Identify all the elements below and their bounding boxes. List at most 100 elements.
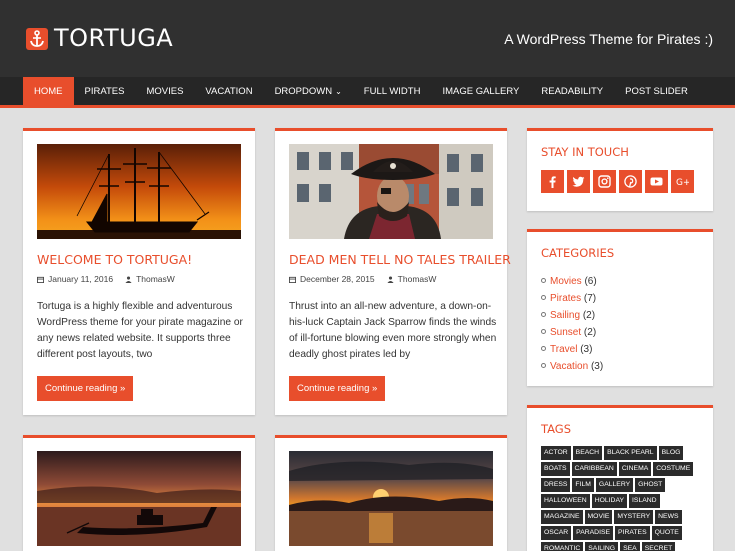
post-thumbnail-ship[interactable]	[37, 144, 241, 239]
main-navigation: HOME PIRATES MOVIES VACATION DROPDOWN ⌄ F…	[0, 77, 735, 108]
category-link[interactable]: Sailing	[550, 310, 580, 321]
tag-link[interactable]: HOLIDAY	[591, 494, 628, 508]
post-excerpt: Thrust into an all-new adventure, a down…	[289, 301, 497, 360]
post-author[interactable]: ThomasW	[136, 274, 175, 284]
bullet-icon	[541, 329, 546, 334]
category-count: (7)	[583, 293, 597, 304]
site-header: TORTUGA A WordPress Theme for Pirates :)	[0, 0, 735, 77]
nav-item-post-slider[interactable]: POST SLIDER	[614, 77, 699, 105]
tag-cloud: ACTOR BEACH BLACK PEARL BLOG BOATS CARIBBEAN C…	[541, 446, 701, 551]
tag-link[interactable]: CARIBBEAN	[571, 462, 617, 476]
tag-link[interactable]: MOVIE	[584, 510, 613, 524]
category-count: (2)	[583, 327, 597, 338]
tag-link[interactable]: MAGAZINE	[541, 510, 583, 524]
user-icon	[125, 276, 132, 283]
widget-title: TAGS	[541, 422, 572, 436]
post-thumbnail-sea-sunset[interactable]	[289, 451, 493, 546]
post-date[interactable]: January 11, 2016	[48, 274, 113, 284]
tag-link[interactable]: PARADISE	[573, 526, 614, 540]
category-link[interactable]: Pirates	[550, 293, 581, 304]
social-icons: G+	[541, 170, 697, 193]
list-item: Vacation (3)	[541, 358, 603, 375]
nav-item-image-gallery[interactable]: IMAGE GALLERY	[431, 77, 530, 105]
post-card	[23, 435, 255, 551]
tag-link[interactable]: NEWS	[655, 510, 682, 524]
post-author[interactable]: ThomasW	[398, 274, 437, 284]
twitter-icon[interactable]	[567, 170, 590, 193]
tag-link[interactable]: SEA	[620, 542, 640, 551]
continue-reading-button[interactable]: Continue reading »	[37, 376, 134, 401]
tag-link[interactable]: HALLOWEEN	[541, 494, 590, 508]
category-count: (3)	[580, 344, 593, 355]
anchor-logo-icon[interactable]	[26, 28, 48, 50]
facebook-icon[interactable]	[541, 170, 564, 193]
nav-item-dropdown-label: DROPDOWN	[274, 86, 333, 97]
bullet-icon	[541, 363, 546, 368]
nav-item-vacation[interactable]: VACATION	[194, 77, 263, 105]
youtube-icon[interactable]	[645, 170, 668, 193]
tag-link[interactable]: PIRATES	[615, 526, 650, 540]
widget-stay-in-touch: STAY IN TOUCH G+	[527, 128, 713, 211]
widget-title: CATEGORIES	[541, 246, 615, 260]
pinterest-icon[interactable]	[619, 170, 642, 193]
tag-link[interactable]: GHOST	[635, 478, 666, 492]
post-date[interactable]: December 28, 2015	[300, 274, 375, 284]
tag-link[interactable]: FILM	[572, 478, 594, 492]
chevron-down-icon: ⌄	[335, 87, 342, 96]
google-plus-icon[interactable]: G+	[671, 170, 694, 193]
nav-item-full-width[interactable]: FULL WIDTH	[353, 77, 432, 105]
tag-link[interactable]: BLOG	[658, 446, 684, 460]
list-item: Sailing (2)	[541, 307, 603, 324]
post-card: WELCOME TO TORTUGA! January 11, 2016 Thom…	[23, 128, 255, 415]
post-excerpt: Tortuga is a highly flexible and adventu…	[37, 301, 243, 360]
list-item: Movies (6)	[541, 273, 603, 290]
nav-item-movies[interactable]: MOVIES	[135, 77, 194, 105]
continue-reading-button[interactable]: Continue reading »	[289, 376, 386, 401]
tag-link[interactable]: ROMANTIC	[541, 542, 584, 551]
category-list: Movies (6) Pirates (7) Sailing (2) Sunse…	[541, 273, 603, 375]
tag-link[interactable]: BLACK PEARL	[604, 446, 657, 460]
post-meta: December 28, 2015 ThomasW	[289, 274, 436, 284]
bullet-icon	[541, 312, 546, 317]
category-count: (3)	[590, 361, 604, 372]
category-count: (6)	[584, 276, 597, 287]
instagram-icon[interactable]	[593, 170, 616, 193]
tag-link[interactable]: DRESS	[541, 478, 571, 492]
tag-link[interactable]: COSTUME	[653, 462, 694, 476]
nav-item-dropdown[interactable]: DROPDOWN ⌄	[264, 77, 353, 105]
bullet-icon	[541, 278, 546, 283]
site-title[interactable]: TORTUGA	[54, 24, 173, 52]
widget-title: STAY IN TOUCH	[541, 145, 629, 159]
tag-link[interactable]: SAILING	[585, 542, 619, 551]
tag-link[interactable]: SECRET	[641, 542, 676, 551]
tag-link[interactable]: OSCAR	[541, 526, 572, 540]
calendar-icon	[37, 276, 44, 283]
post-title[interactable]: WELCOME TO TORTUGA!	[37, 252, 192, 267]
nav-item-home[interactable]: HOME	[23, 77, 74, 105]
tag-link[interactable]: BEACH	[572, 446, 603, 460]
category-link[interactable]: Vacation	[550, 361, 588, 372]
post-title[interactable]: DEAD MEN TELL NO TALES TRAILER	[289, 252, 511, 267]
nav-item-readability[interactable]: READABILITY	[530, 77, 614, 105]
svg-text:G+: G+	[676, 178, 689, 188]
category-link[interactable]: Sunset	[550, 327, 581, 338]
category-link[interactable]: Travel	[550, 344, 577, 355]
tag-link[interactable]: GALLERY	[595, 478, 634, 492]
post-card: DEAD MEN TELL NO TALES TRAILER December …	[275, 128, 511, 415]
user-icon	[387, 276, 394, 283]
bullet-icon	[541, 346, 546, 351]
category-link[interactable]: Movies	[550, 276, 582, 287]
nav-item-pirates[interactable]: PIRATES	[74, 77, 136, 105]
widget-tags: TAGS ACTOR BEACH BLACK PEARL BLOG BOATS CARIB…	[527, 405, 713, 551]
post-thumbnail-boat-sunset[interactable]	[37, 451, 241, 546]
category-count: (2)	[582, 310, 596, 321]
tag-link[interactable]: ACTOR	[541, 446, 571, 460]
tag-link[interactable]: QUOTE	[651, 526, 682, 540]
widget-categories: CATEGORIES Movies (6) Pirates (7) Sailin…	[527, 229, 713, 386]
list-item: Sunset (2)	[541, 324, 603, 341]
post-thumbnail-pirate[interactable]	[289, 144, 493, 239]
tag-link[interactable]: CINEMA	[618, 462, 652, 476]
tag-link[interactable]: MYSTERY	[614, 510, 654, 524]
tag-link[interactable]: ISLAND	[629, 494, 660, 508]
tag-link[interactable]: BOATS	[541, 462, 570, 476]
